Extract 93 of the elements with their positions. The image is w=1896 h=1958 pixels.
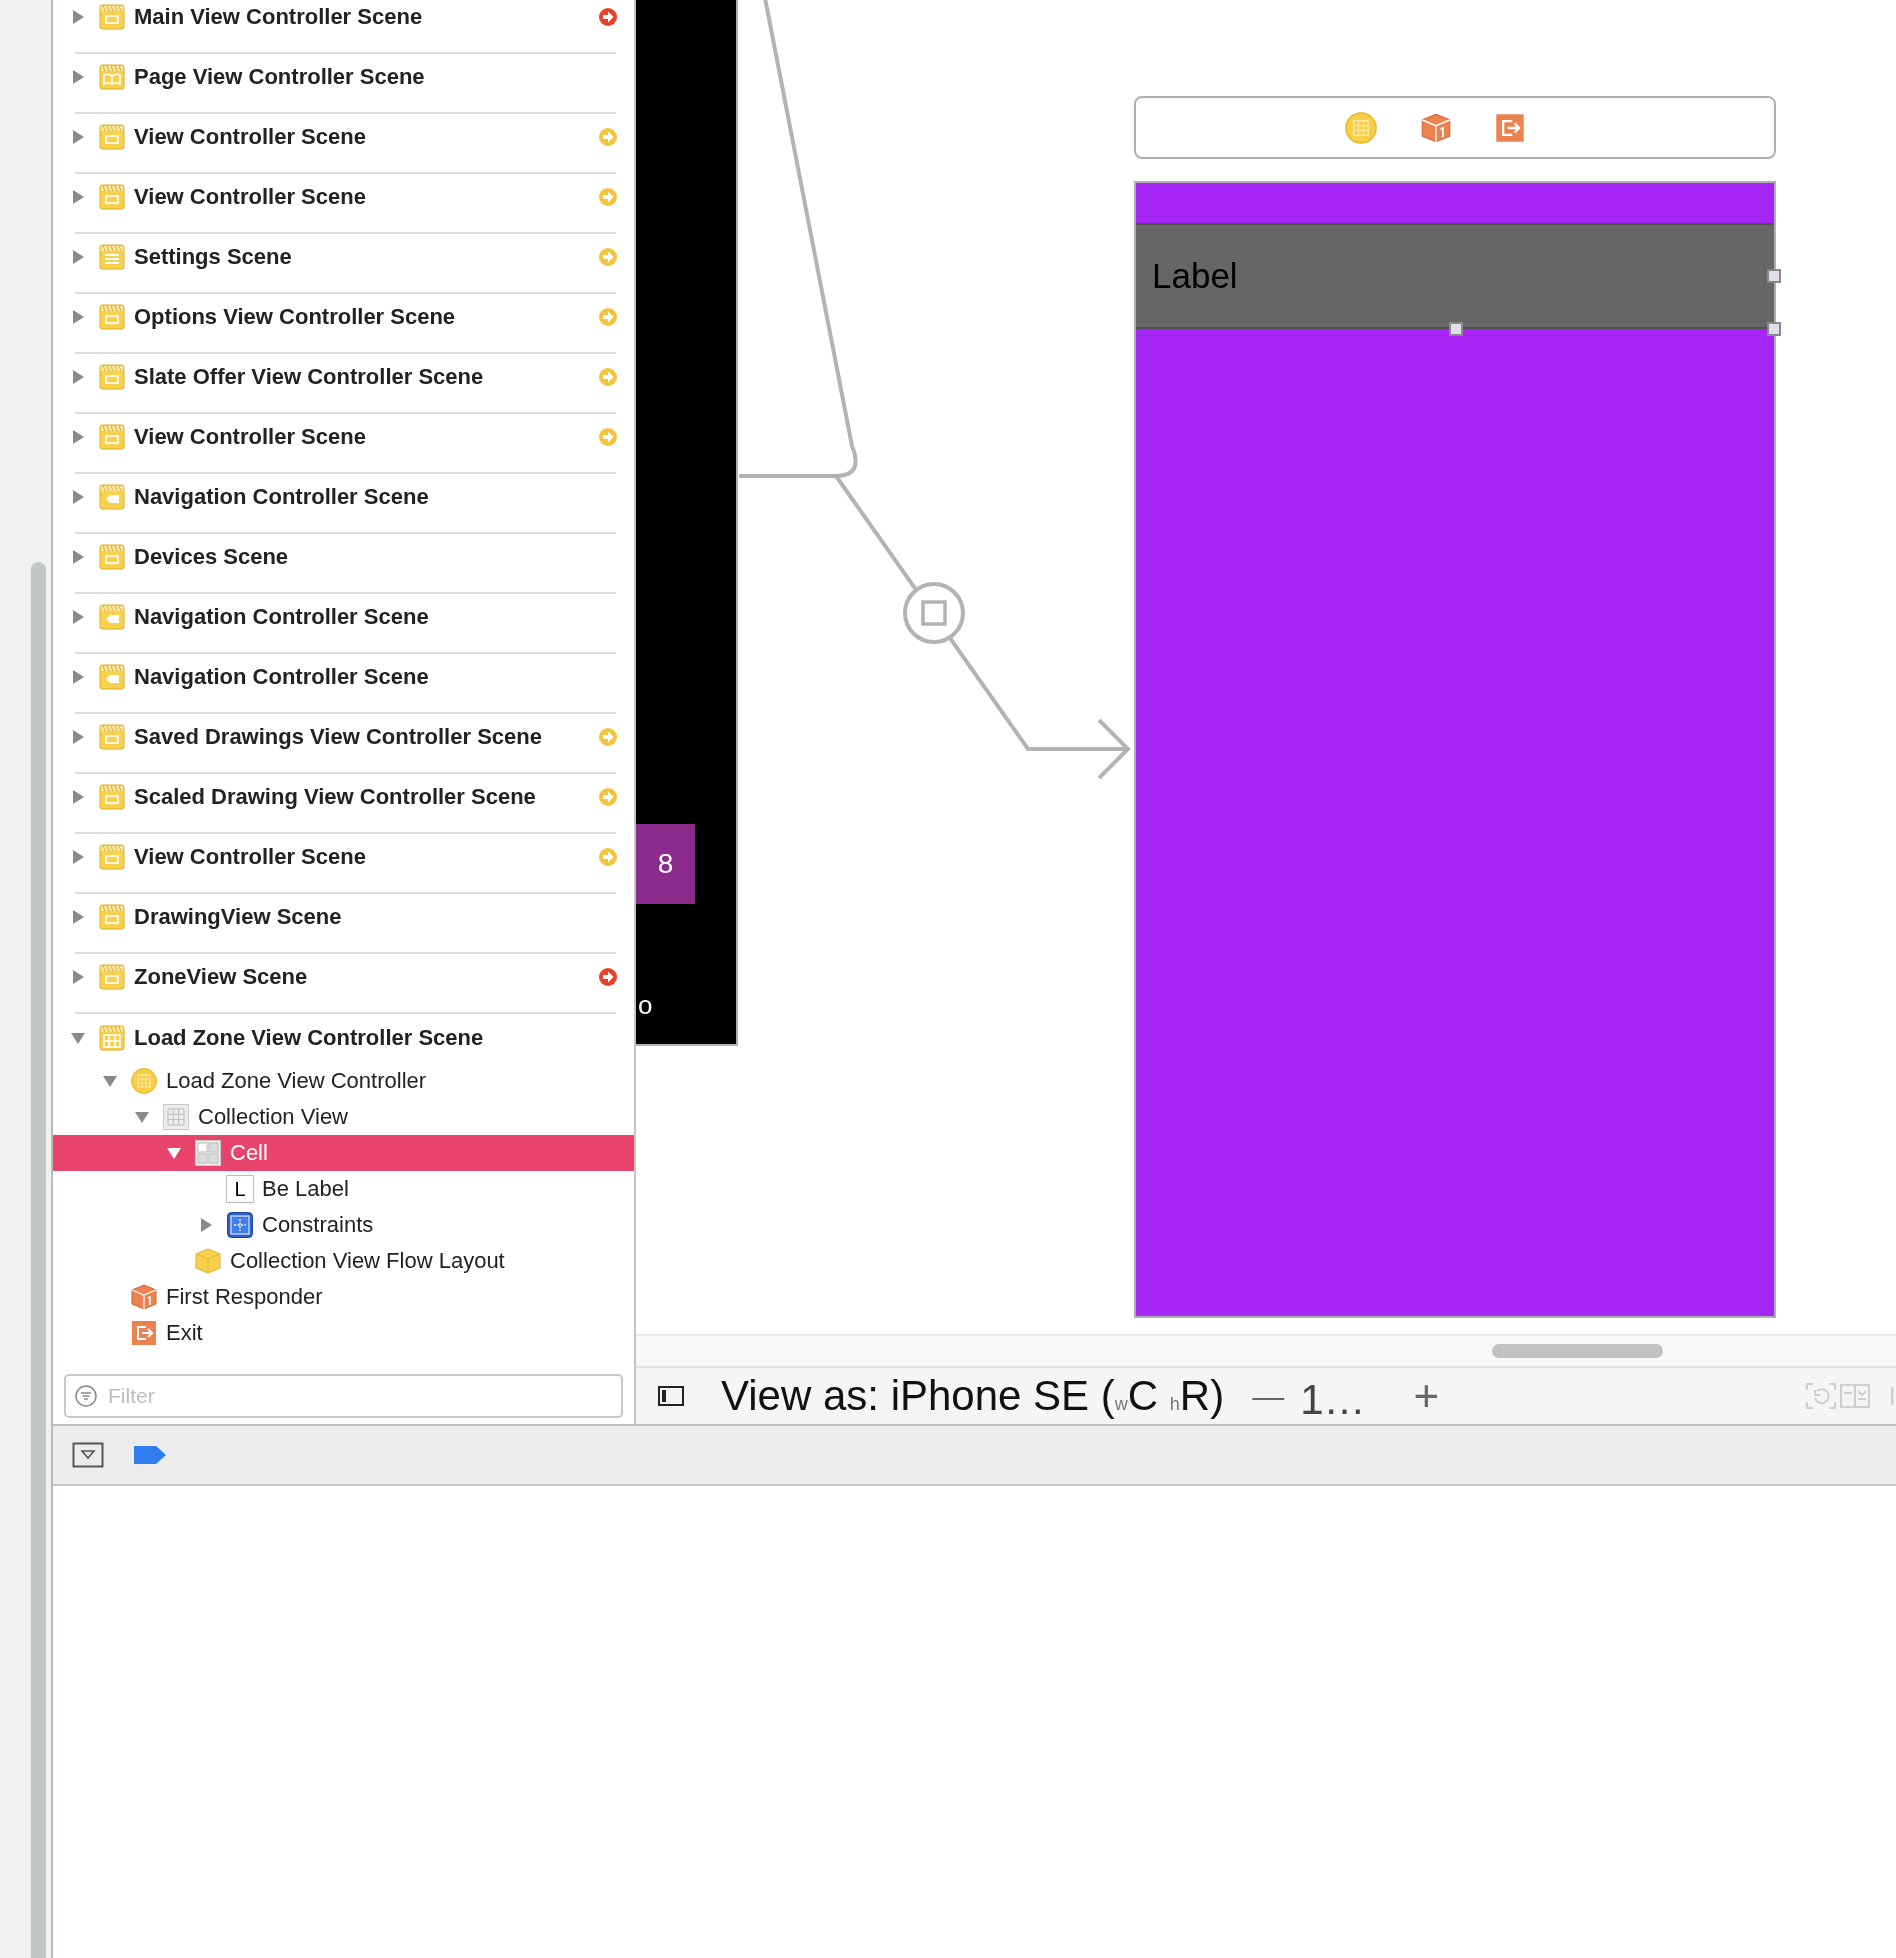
scene-icon bbox=[98, 723, 126, 751]
preview-text: o bbox=[638, 990, 653, 1021]
cube-icon[interactable] bbox=[1420, 111, 1452, 144]
outline-item[interactable]: DrawingView Scene bbox=[53, 892, 634, 952]
scene-icon bbox=[98, 363, 126, 391]
outline-item[interactable]: Collection View Flow Layout bbox=[53, 1243, 634, 1279]
zoom-in-button[interactable]: + bbox=[1413, 1371, 1440, 1421]
disclosure-triangle-icon[interactable] bbox=[102, 1073, 118, 1089]
navigation-scene-icon bbox=[98, 483, 126, 511]
outline-item[interactable]: Load Zone View Controller bbox=[53, 1063, 634, 1099]
outline-item[interactable]: Navigation Controller Scene bbox=[53, 472, 634, 532]
navigation-scene-icon bbox=[98, 663, 126, 691]
outline-item[interactable]: Scaled Drawing View Controller Scene bbox=[53, 772, 634, 832]
segue-icon[interactable] bbox=[903, 582, 965, 644]
disclosure-triangle-icon[interactable] bbox=[70, 129, 86, 145]
outline-item[interactable]: View Controller Scene bbox=[53, 412, 634, 472]
filter-field[interactable]: Filter bbox=[64, 1374, 623, 1418]
outline-item[interactable]: View Controller Scene bbox=[53, 172, 634, 232]
disclosure-triangle-icon[interactable] bbox=[70, 69, 86, 85]
grid-icon bbox=[162, 1103, 190, 1131]
grid-circle-icon bbox=[130, 1067, 158, 1095]
scene-icon bbox=[98, 843, 126, 871]
grid-circle-icon[interactable] bbox=[1344, 110, 1378, 145]
exit-icon[interactable] bbox=[1494, 111, 1526, 144]
collection-tile: 8 bbox=[636, 824, 695, 904]
disclosure-triangle-icon[interactable] bbox=[70, 789, 86, 805]
dropdown-icon[interactable] bbox=[72, 1442, 104, 1468]
label-view[interactable]: Label bbox=[1136, 223, 1774, 329]
tag-icon[interactable] bbox=[134, 1446, 166, 1464]
disclosure-triangle-icon[interactable] bbox=[70, 969, 86, 985]
disclosure-triangle-icon[interactable] bbox=[70, 729, 86, 745]
outline-item[interactable]: Settings Scene bbox=[53, 232, 634, 292]
outline-item[interactable]: View Controller Scene bbox=[53, 832, 634, 892]
disclosure-triangle-icon[interactable] bbox=[70, 909, 86, 925]
disclosure-triangle-icon[interactable] bbox=[198, 1217, 214, 1233]
resize-handle[interactable] bbox=[1767, 322, 1781, 336]
book-scene-icon bbox=[98, 63, 126, 91]
outline-item[interactable]: Collection View bbox=[53, 1099, 634, 1135]
outline-item[interactable]: View Controller Scene bbox=[53, 112, 634, 172]
outline-item[interactable]: L Be Label bbox=[53, 1171, 634, 1207]
grid-scene-icon bbox=[98, 1023, 126, 1052]
constraints-icon bbox=[226, 1211, 254, 1239]
disclosure-triangle-icon[interactable] bbox=[70, 369, 86, 385]
scene-icon bbox=[98, 123, 126, 151]
cell-icon bbox=[194, 1139, 222, 1167]
label-type-icon: L bbox=[226, 1175, 254, 1203]
outline-item[interactable]: ZoneView Scene bbox=[53, 952, 634, 1012]
outline-item[interactable]: Page View Controller Scene bbox=[53, 52, 634, 112]
resize-handle[interactable] bbox=[1767, 269, 1781, 283]
disclosure-triangle-icon[interactable] bbox=[70, 189, 86, 205]
disclosure-triangle-icon[interactable] bbox=[70, 849, 86, 865]
outline-item[interactable]: Saved Drawings View Controller Scene bbox=[53, 712, 634, 772]
disclosure-triangle-icon[interactable] bbox=[70, 9, 86, 25]
exit-icon bbox=[130, 1319, 158, 1347]
disclosure-triangle-icon[interactable] bbox=[166, 1145, 182, 1161]
navigation-scene-icon bbox=[98, 603, 126, 631]
scrollbar-thumb[interactable] bbox=[1492, 1344, 1663, 1358]
resize-handle[interactable] bbox=[1449, 322, 1463, 336]
outline-item[interactable]: Load Zone View Controller Scene bbox=[53, 1012, 634, 1063]
zoom-out-button[interactable]: — bbox=[1252, 1377, 1285, 1415]
cube-icon bbox=[130, 1283, 158, 1311]
sidebar-toggle-icon[interactable] bbox=[657, 1384, 685, 1408]
disclosure-triangle-icon[interactable] bbox=[70, 489, 86, 505]
outline-item[interactable]: Constraints bbox=[53, 1207, 634, 1243]
scene-icon bbox=[98, 303, 126, 331]
disclosure-triangle-icon[interactable] bbox=[70, 549, 86, 565]
scrollbar-thumb[interactable] bbox=[31, 562, 46, 1958]
outline-item[interactable]: Options View Controller Scene bbox=[53, 292, 634, 352]
disclosure-triangle-icon[interactable] bbox=[70, 309, 86, 325]
scene-icon bbox=[98, 543, 126, 571]
scene-icon bbox=[98, 783, 126, 811]
filter-icon bbox=[74, 1384, 98, 1408]
disclosure-triangle-icon[interactable] bbox=[70, 669, 86, 685]
outline-item[interactable]: Navigation Controller Scene bbox=[53, 592, 634, 652]
outline-item[interactable]: Navigation Controller Scene bbox=[53, 652, 634, 712]
disclosure-triangle-icon[interactable] bbox=[70, 609, 86, 625]
disclosure-triangle-icon[interactable] bbox=[134, 1109, 150, 1125]
zoom-level[interactable]: 1… bbox=[1300, 1376, 1366, 1424]
list-scene-icon bbox=[98, 243, 126, 271]
disclosure-triangle-icon[interactable] bbox=[70, 429, 86, 445]
outline-item[interactable]: Devices Scene bbox=[53, 532, 634, 592]
outline-item[interactable]: Main View Controller Scene bbox=[53, 0, 634, 52]
scene-icon bbox=[98, 963, 126, 991]
outline-item[interactable]: First Responder bbox=[53, 1279, 634, 1315]
cube-icon bbox=[194, 1247, 222, 1275]
outline-item[interactable]: Exit bbox=[53, 1315, 634, 1351]
outline-item[interactable]: Slate Offer View Controller Scene bbox=[53, 352, 634, 412]
scene-icon bbox=[98, 183, 126, 211]
outline-item[interactable]: Cell bbox=[53, 1135, 634, 1171]
scene-icon bbox=[98, 3, 126, 31]
disclosure-triangle-icon[interactable] bbox=[70, 249, 86, 265]
scene-icon bbox=[98, 903, 126, 931]
scene-icon bbox=[98, 423, 126, 451]
